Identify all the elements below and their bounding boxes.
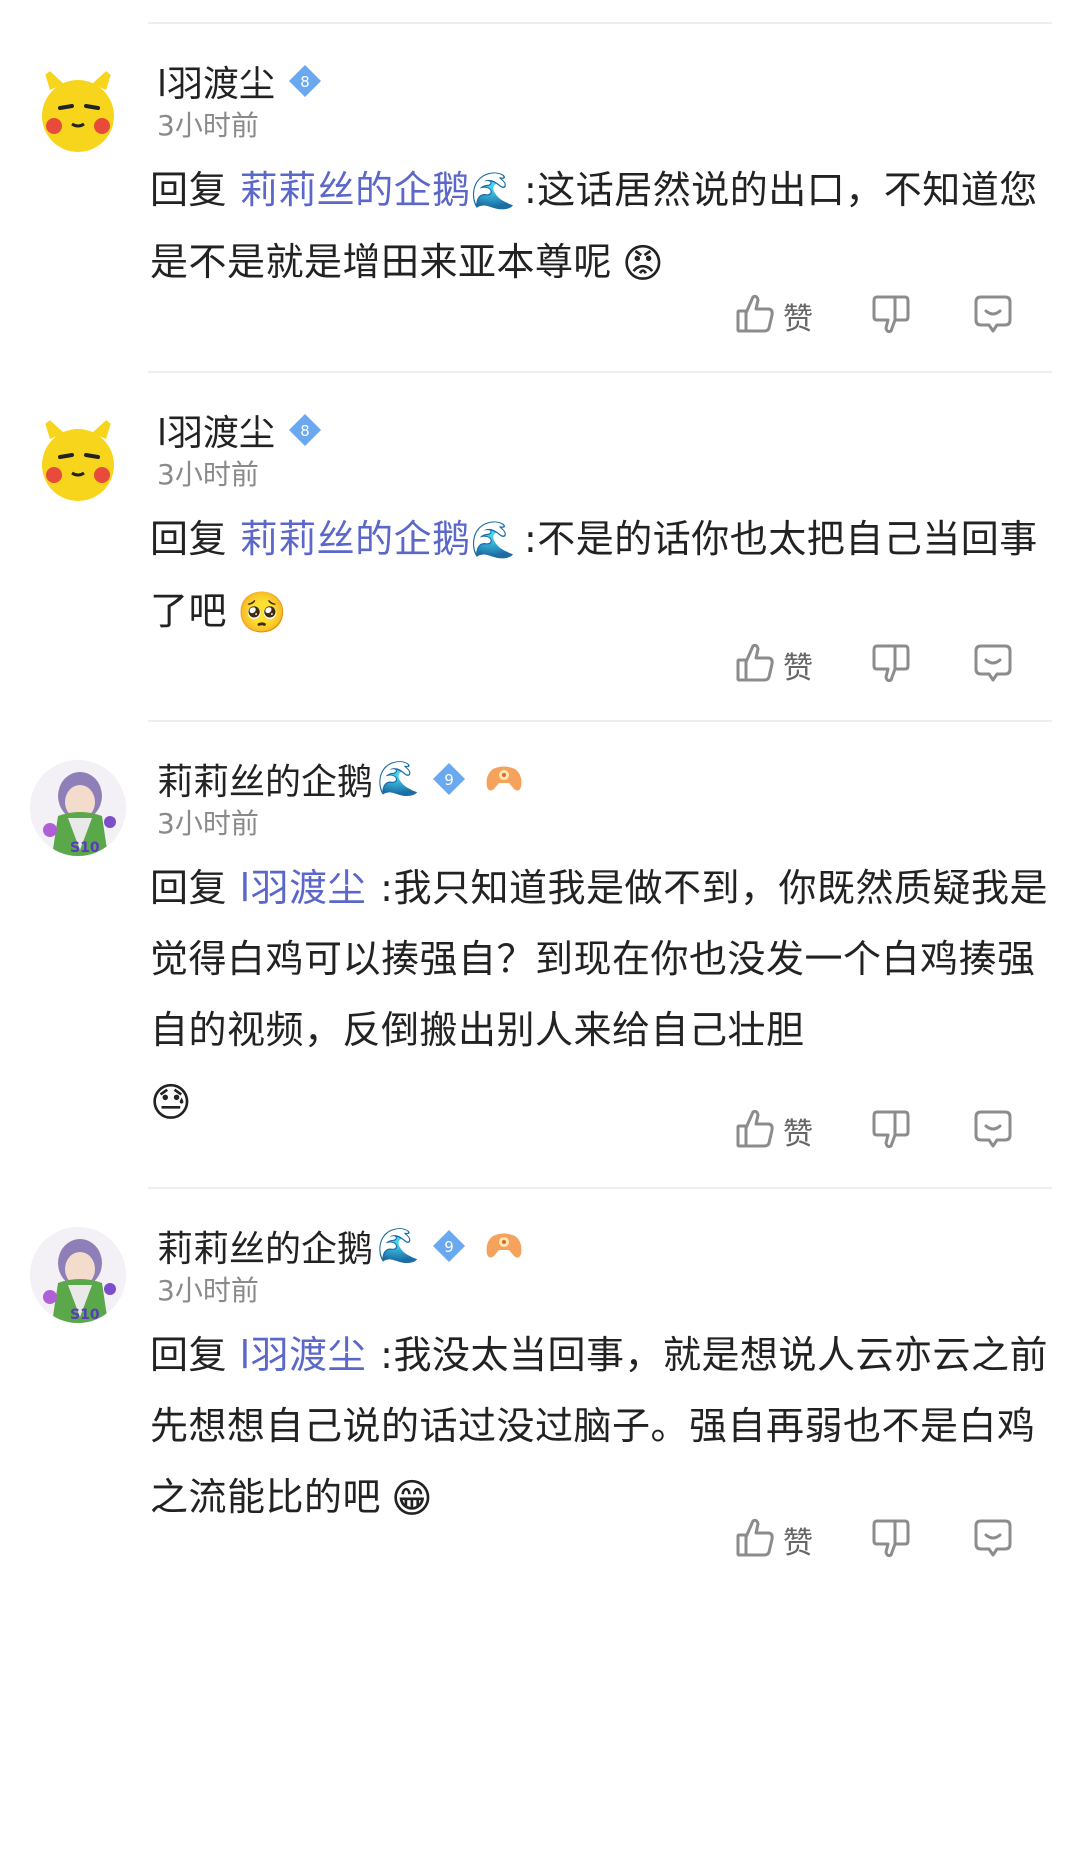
thumbs-down-icon xyxy=(871,642,911,688)
like-label: 赞 xyxy=(783,302,813,337)
reply-button[interactable] xyxy=(973,1109,1013,1153)
like-button[interactable]: 赞 xyxy=(735,642,813,688)
wave-emoji: 🌊 xyxy=(470,171,516,212)
level-diamond-icon: 8 xyxy=(287,412,323,448)
level-diamond-icon: 9 xyxy=(431,761,467,797)
level-number: 8 xyxy=(300,422,310,440)
mention-link[interactable]: l羽渡尘 xyxy=(240,866,367,910)
angry-emoji: 😡 xyxy=(622,241,665,287)
timestamp: 3小时前 xyxy=(157,807,259,840)
reply-button[interactable] xyxy=(973,294,1013,338)
mention-link[interactable]: 莉莉丝的企鹅 xyxy=(240,517,471,561)
comment-actions: 赞 xyxy=(735,1106,1055,1156)
reply-label: 回复 xyxy=(150,517,228,561)
comment-actions: 赞 xyxy=(735,640,1055,690)
reply-bubble-icon xyxy=(973,1109,1013,1153)
level-diamond-icon: 9 xyxy=(431,1228,467,1264)
like-label: 赞 xyxy=(783,651,813,686)
username[interactable]: l羽渡尘 xyxy=(157,404,275,456)
grin-emoji: 😁 xyxy=(391,1476,434,1522)
timestamp: 3小时前 xyxy=(157,1274,259,1307)
name-row: 莉莉丝的企鹅 🌊 9 xyxy=(157,754,525,804)
svg-text:S10: S10 xyxy=(70,1307,100,1323)
name-row: l羽渡尘 8 xyxy=(157,56,323,106)
username[interactable]: 莉莉丝的企鹅 xyxy=(157,753,373,805)
like-label: 赞 xyxy=(783,1526,813,1561)
gamepad-badge-icon xyxy=(483,1228,525,1264)
comment-text: 回复 l羽渡尘:我没太当回事，就是想说人云亦云之前先想想自己说的话过没过脑子。强… xyxy=(150,1320,1055,1535)
reply-bubble-icon xyxy=(973,294,1013,338)
dislike-button[interactable] xyxy=(871,642,911,688)
comment-text: 回复 莉莉丝的企鹅🌊:这话居然说的出口，不知道您是不是就是增田来亚本尊呢 😡 xyxy=(150,155,1055,300)
divider xyxy=(148,720,1052,722)
wave-emoji: 🌊 xyxy=(470,520,516,561)
like-label: 赞 xyxy=(783,1117,813,1152)
comment-actions: 赞 xyxy=(735,1515,1055,1565)
wave-emoji: 🌊 xyxy=(377,1226,420,1266)
thumbs-up-icon xyxy=(735,642,775,688)
level-diamond-icon: 8 xyxy=(287,63,323,99)
level-number: 8 xyxy=(300,73,310,91)
timestamp: 3小时前 xyxy=(157,109,259,142)
timestamp: 3小时前 xyxy=(157,458,259,491)
wave-emoji: 🌊 xyxy=(377,759,420,799)
svg-text:S10: S10 xyxy=(70,840,100,856)
like-button[interactable]: 赞 xyxy=(735,1517,813,1563)
divider xyxy=(148,1187,1052,1189)
comment-text: 回复 莉莉丝的企鹅🌊:不是的话你也太把自己当回事了吧 🥺 xyxy=(150,504,1055,649)
sweat-emoji: 😓 xyxy=(150,1080,193,1126)
gamepad-badge-icon xyxy=(483,761,525,797)
name-row: l羽渡尘 8 xyxy=(157,405,323,455)
dislike-button[interactable] xyxy=(871,1108,911,1154)
username[interactable]: 莉莉丝的企鹅 xyxy=(157,1220,373,1272)
mention-link[interactable]: l羽渡尘 xyxy=(240,1333,367,1377)
name-row: 莉莉丝的企鹅 🌊 9 xyxy=(157,1221,525,1271)
username[interactable]: l羽渡尘 xyxy=(157,55,275,107)
divider xyxy=(148,22,1052,24)
avatar[interactable]: S10 xyxy=(30,760,126,856)
avatar[interactable] xyxy=(30,411,126,507)
comment-actions: 赞 xyxy=(735,291,1055,341)
thumbs-up-icon xyxy=(735,1108,775,1154)
reply-label: 回复 xyxy=(150,866,228,910)
avatar[interactable]: S10 xyxy=(30,1227,126,1323)
thumbs-down-icon xyxy=(871,293,911,339)
avatar[interactable] xyxy=(30,62,126,158)
reply-label: 回复 xyxy=(150,168,228,212)
thumbs-down-icon xyxy=(871,1517,911,1563)
mention-link[interactable]: 莉莉丝的企鹅 xyxy=(240,168,471,212)
pleading-emoji: 🥺 xyxy=(237,590,288,636)
dislike-button[interactable] xyxy=(871,293,911,339)
divider xyxy=(148,371,1052,373)
thumbs-down-icon xyxy=(871,1108,911,1154)
thumbs-up-icon xyxy=(735,293,775,339)
reply-button[interactable] xyxy=(973,643,1013,687)
level-number: 9 xyxy=(445,1238,455,1256)
reply-bubble-icon xyxy=(973,643,1013,687)
thumbs-up-icon xyxy=(735,1517,775,1563)
reply-bubble-icon xyxy=(973,1518,1013,1562)
reply-button[interactable] xyxy=(973,1518,1013,1562)
level-number: 9 xyxy=(445,771,455,789)
comment-text: 回复 l羽渡尘:我只知道我是做不到，你既然质疑我是觉得白鸡可以揍强自？到现在你也… xyxy=(150,853,1055,1139)
reply-label: 回复 xyxy=(150,1333,228,1377)
dislike-button[interactable] xyxy=(871,1517,911,1563)
like-button[interactable]: 赞 xyxy=(735,293,813,339)
like-button[interactable]: 赞 xyxy=(735,1108,813,1154)
